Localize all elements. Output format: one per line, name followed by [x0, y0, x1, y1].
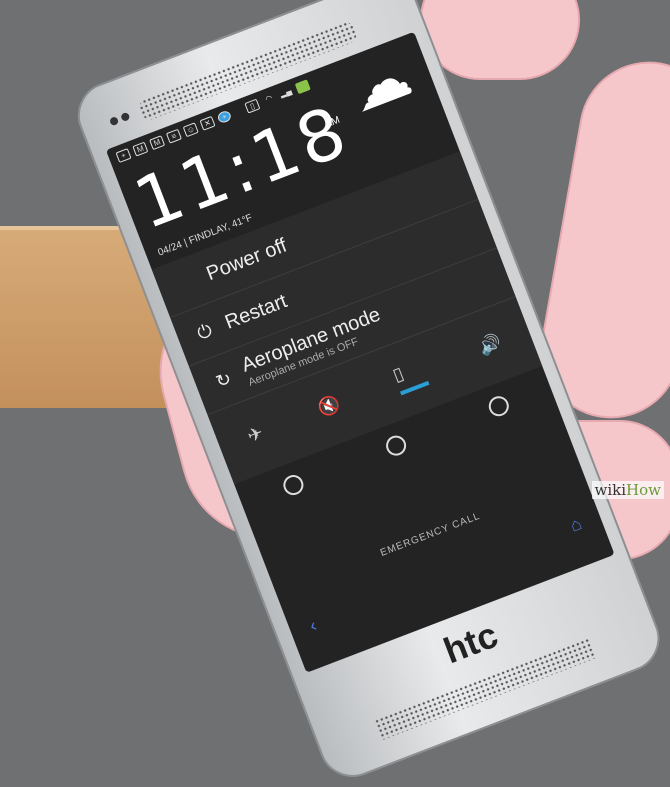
shortcut-circle[interactable]: [485, 393, 512, 420]
battery-icon: [294, 79, 311, 95]
selected-indicator: [399, 380, 429, 396]
shortcut-circle[interactable]: [280, 472, 307, 498]
bookmark-plus-icon: +: [115, 148, 132, 164]
phone-screen: + M M ≡ ☺ ✕ + ▯ ◠ ▂▄ 11:18 AM ☁ 04/24 | …: [105, 31, 615, 673]
android-icon: ☺: [182, 122, 199, 138]
shortcut-circle[interactable]: [383, 432, 410, 459]
airplane-icon: ✈: [244, 421, 266, 446]
vibrate-mode-button[interactable]: ▯: [390, 355, 429, 396]
home-icon[interactable]: ⌂: [567, 513, 585, 537]
front-camera: [108, 115, 120, 127]
silent-mode-button[interactable]: 🔇: [315, 392, 343, 420]
vibrate-icon: ▯: [244, 98, 261, 114]
gmail-icon: M: [132, 141, 149, 157]
tools-icon: ✕: [199, 115, 216, 131]
restart-label: Restart: [222, 290, 291, 334]
keyboard-icon: ≡: [165, 128, 182, 144]
gmail-icon: M: [149, 135, 166, 151]
sound-mode-button[interactable]: 🔊: [476, 331, 504, 359]
cloud-rain-icon: ☁: [339, 40, 421, 125]
watermark-how: How: [626, 481, 661, 499]
watermark-wiki: wiki: [594, 481, 627, 499]
plus-circle-icon: +: [216, 109, 233, 125]
back-icon[interactable]: ‹: [307, 615, 320, 637]
wifi-icon: ◠: [263, 93, 274, 105]
wikihow-watermark: wikiHow: [591, 481, 664, 499]
hand-fingertip: [420, 0, 580, 80]
signal-icon: ▂▄: [278, 85, 293, 99]
